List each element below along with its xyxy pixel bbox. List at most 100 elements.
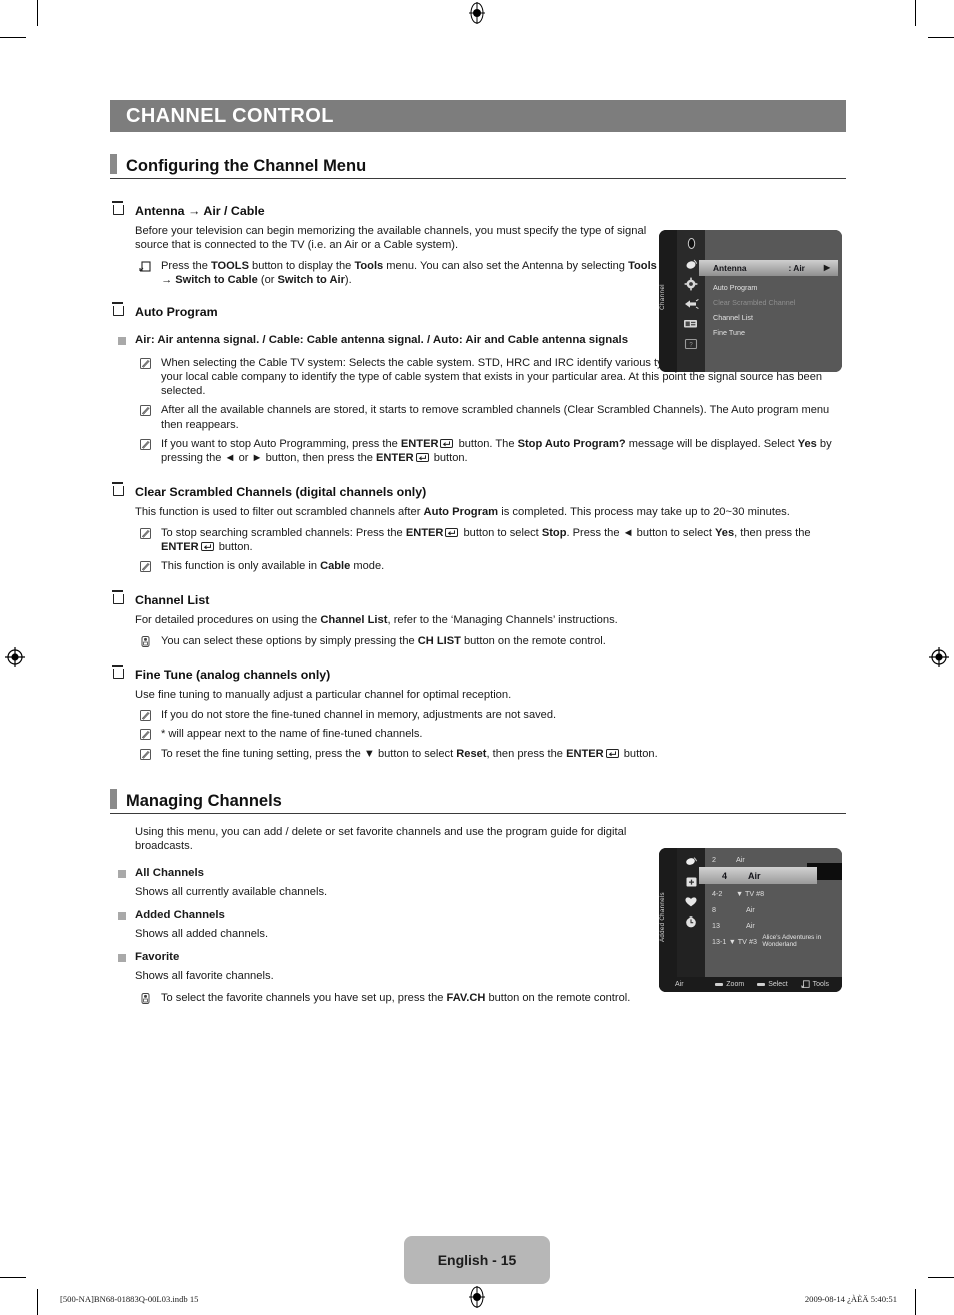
osd-list-row[interactable]: 8 Air — [705, 901, 842, 917]
topic-heading: Fine Tune (analog channels only) — [135, 667, 331, 682]
crop-mark-top-right-h — [928, 37, 954, 39]
section-bar-icon — [110, 788, 117, 809]
note-clear-1: To stop searching scrambled channels: Pr… — [139, 526, 846, 554]
note-text: Press the TOOLS button to display the To… — [161, 259, 657, 287]
channel-number: 4 — [722, 870, 728, 881]
channel-number: 8 — [712, 904, 716, 914]
note-pencil-icon — [139, 748, 152, 761]
osd-rail: Channel — [659, 230, 677, 372]
registration-mark-left — [4, 646, 26, 668]
note-pencil-icon — [139, 438, 152, 451]
osd-hint-select[interactable]: Select — [757, 981, 788, 988]
topic-heading: Clear Scrambled Channels (digital channe… — [135, 485, 427, 500]
section-title: Managing Channels — [126, 791, 282, 810]
square-bullet-icon — [118, 953, 126, 962]
section-heading-configuring: Configuring the Channel Menu — [110, 154, 846, 179]
note-text: If you do not store the fine-tuned chann… — [161, 709, 557, 722]
antenna-icon[interactable] — [683, 854, 700, 869]
media-icon[interactable] — [683, 316, 700, 331]
support-icon[interactable]: ? — [683, 336, 700, 351]
osd-menu-item-channel-list[interactable]: Channel List — [705, 310, 842, 325]
print-file-meta: [500-NA]BN68-01883Q-00L03.indb 15 — [60, 1294, 199, 1304]
osd-list-row[interactable]: 4-2 ▼ TV #8 — [705, 885, 842, 901]
note-text: After all the available channels are sto… — [161, 404, 830, 431]
fine-tune-body: Use fine tuning to manually adjust a par… — [135, 688, 512, 701]
osd-menu-body: Antenna : Air ▶ Auto Program Clear Scram… — [699, 230, 842, 372]
crop-mark-top-left-h — [0, 37, 26, 39]
bullet-text: Air: Air antenna signal. / Cable: Cable … — [135, 334, 629, 347]
osd-screenshot-channel-menu: Channel ? Antenna : Air ▶ Auto Program C… — [659, 230, 842, 372]
osd-selected-value: : Air — [788, 263, 805, 273]
picture-icon[interactable] — [683, 236, 700, 251]
note-fine-1: If you do not store the fine-tuned chann… — [139, 708, 846, 722]
chapter-title: CHANNEL CONTROL — [110, 100, 846, 132]
channel-source: Air — [748, 870, 761, 881]
osd-icon-column: ? — [677, 230, 705, 372]
dash-icon — [715, 983, 724, 986]
note-favorite: To select the favorite channels you have… — [139, 991, 846, 1005]
note-text: To reset the fine tuning setting, press … — [161, 747, 658, 760]
input-source-icon[interactable] — [683, 296, 700, 311]
dash-icon — [757, 983, 766, 986]
crop-mark-top-right-v — [915, 0, 917, 26]
osd-selected-label: Antenna — [713, 263, 747, 273]
note-clear-2: This function is only available in Cable… — [139, 559, 846, 573]
added-channels-icon[interactable] — [683, 874, 700, 889]
favorite-heart-icon[interactable] — [683, 894, 700, 909]
osd-list-row[interactable]: 13-1 ▼ TV #3 Alice's Adventures in Wonde… — [705, 933, 842, 949]
clear-scrambled-body: This function is used to filter out scra… — [135, 506, 790, 519]
auto-program-bullet: Air: Air antenna signal. / Cable: Cable … — [118, 333, 638, 348]
channel-source: Air — [746, 920, 755, 930]
topic-fine-tune: Fine Tune (analog channels only) — [110, 664, 846, 683]
setup-gear-icon[interactable] — [683, 276, 700, 291]
svg-text:?: ? — [689, 342, 693, 348]
osd-rail-label: Channel — [659, 284, 666, 310]
channel-number: 2 — [712, 854, 716, 864]
checkbox-square-icon — [112, 482, 124, 497]
note-fine-2: * will appear next to the name of fine-t… — [139, 727, 846, 741]
square-bullet-icon — [118, 337, 126, 346]
section-title: Configuring the Channel Menu — [126, 157, 367, 175]
crop-mark-bottom-left-h — [0, 1277, 26, 1279]
osd-menu-item-auto-program[interactable]: Auto Program — [705, 280, 842, 295]
section-heading-managing: Managing Channels — [110, 788, 846, 814]
checkbox-square-icon — [112, 590, 124, 605]
note-pencil-icon — [139, 357, 152, 370]
topic-channel-list: Channel List — [110, 590, 846, 608]
square-bullet-icon — [118, 869, 126, 878]
checkbox-square-icon — [112, 664, 124, 679]
note-tools: Press the TOOLS button to display the To… — [139, 259, 659, 287]
crop-mark-top-left-v — [37, 0, 39, 26]
osd-selected-row-antenna[interactable]: Antenna : Air ▶ — [699, 260, 838, 276]
osd-list-body: 2 Air 4 Air 4-2 ▼ TV #8 8 Air 13 Air 13-… — [699, 848, 842, 992]
osd-selected-channel-row[interactable]: 4 Air — [699, 867, 817, 884]
registration-mark-bottom — [466, 1286, 488, 1308]
channel-name: Alice's Adventures in Wonderland — [762, 934, 822, 948]
crop-mark-bottom-right-h — [928, 1277, 954, 1279]
registration-mark-right — [928, 646, 950, 668]
tools-icon — [801, 980, 810, 988]
timer-clock-icon[interactable] — [683, 914, 700, 929]
antenna-body-text: Before your television can begin memoriz… — [135, 225, 647, 252]
crop-mark-bottom-right-v — [915, 1289, 917, 1315]
note-text: To stop searching scrambled channels: Pr… — [161, 526, 811, 553]
remote-button-icon — [139, 635, 152, 648]
osd-rail-label: Added Channels — [659, 892, 666, 942]
osd-menu-item-clear-scrambled[interactable]: Clear Scrambled Channel — [705, 295, 842, 310]
topic-heading: Antenna → Air / Cable — [135, 204, 265, 218]
channel-list-body: For detailed procedures on using the Cha… — [135, 614, 618, 627]
note-pencil-icon — [139, 560, 152, 573]
osd-hint-tools[interactable]: Tools — [801, 980, 829, 989]
channel-antenna-icon[interactable] — [683, 256, 700, 271]
topic-heading: Channel List — [135, 593, 210, 608]
note-auto-2: After all the available channels are sto… — [139, 403, 846, 431]
note-text: * will appear next to the name of fine-t… — [161, 728, 423, 741]
checkbox-square-icon — [112, 302, 124, 317]
osd-list-row[interactable]: 13 Air — [705, 917, 842, 933]
crop-mark-bottom-left-v — [37, 1289, 39, 1315]
osd-menu-item-fine-tune[interactable]: Fine Tune — [705, 325, 842, 340]
osd-hint-zoom[interactable]: Zoom — [715, 981, 744, 988]
checkbox-square-icon — [112, 201, 124, 215]
chevron-right-icon: ▶ — [823, 263, 830, 272]
page-number-badge: English - 15 — [404, 1236, 550, 1284]
